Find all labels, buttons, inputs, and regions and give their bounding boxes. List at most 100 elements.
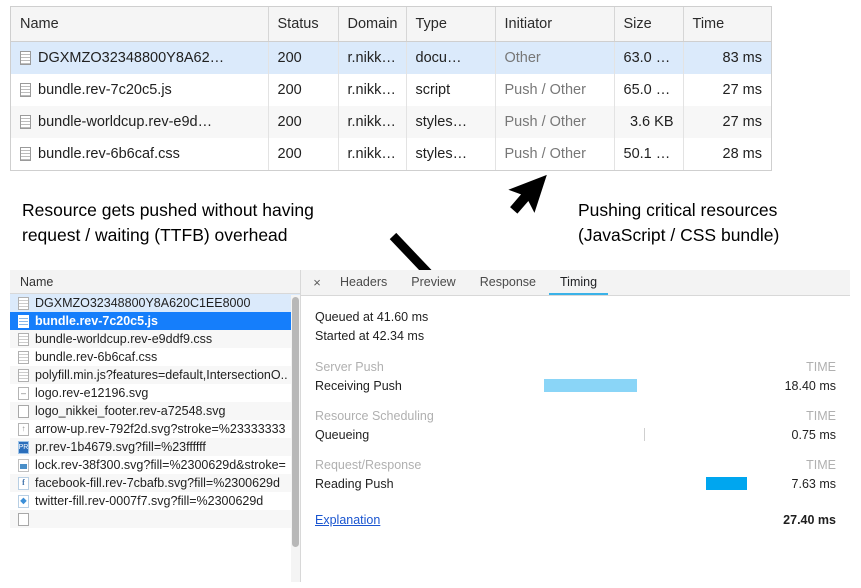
column-header-size[interactable]: Size (614, 7, 683, 42)
document-icon (18, 369, 29, 382)
total-time-value: 27.40 ms (758, 513, 836, 527)
annotation-right-text: Pushing critical resources (JavaScript /… (578, 198, 779, 249)
tab-response[interactable]: Response (469, 270, 547, 295)
section-title: Server Push (315, 359, 384, 376)
timing-row-queueing: Queueing 0.75 ms (315, 425, 836, 444)
cell-time: 83 ms (683, 42, 771, 75)
document-icon (18, 315, 29, 328)
cell-type: docu… (406, 42, 495, 75)
badge-icon: PR (18, 441, 29, 454)
cell-domain: r.nikk… (338, 138, 406, 170)
timing-row-receiving-push: Receiving Push 18.40 ms (315, 376, 836, 395)
section-server-push: Server Push TIME (315, 359, 836, 376)
file-list-scrollbar-thumb[interactable] (292, 297, 299, 547)
queued-at-label: Queued at 41.60 ms (315, 308, 836, 327)
request-detail-panel: × Headers Preview Response Timing Queued… (301, 270, 850, 582)
cell-size: 65.0 KB (614, 74, 683, 106)
cell-domain: r.nikk… (338, 106, 406, 138)
timing-value: 0.75 ms (758, 428, 836, 442)
timing-value: 18.40 ms (758, 379, 836, 393)
document-icon (18, 333, 29, 346)
cell-type: styles… (406, 106, 495, 138)
tab-timing[interactable]: Timing (549, 270, 608, 295)
cell-type: script (406, 74, 495, 106)
timing-label: Queueing (315, 428, 483, 442)
blank-image-icon (18, 405, 29, 418)
timing-row-reading-push: Reading Push 7.63 ms (315, 474, 836, 493)
list-item[interactable]: ◆ twitter-fill.rev-0007f7.svg?fill=%2300… (10, 492, 300, 510)
document-icon (18, 351, 29, 364)
file-list-header: Name (10, 270, 300, 294)
table-row[interactable]: bundle.rev-7c20c5.js 200 r.nikk… script … (11, 74, 771, 106)
mouse-cursor-icon (500, 168, 556, 230)
column-header-initiator[interactable]: Initiator (495, 7, 614, 42)
cell-domain: r.nikk… (338, 42, 406, 75)
cell-initiator: Push / Other (495, 138, 614, 170)
timing-breakdown: Queued at 41.60 ms Started at 42.34 ms S… (301, 296, 850, 527)
table-row[interactable]: DGXMZO32348800Y8A62… 200 r.nikk… docu… O… (11, 42, 771, 75)
tab-headers[interactable]: Headers (329, 270, 398, 295)
cell-size: 3.6 KB (614, 106, 683, 138)
document-icon (20, 51, 31, 65)
column-header-time[interactable]: Time (683, 7, 771, 42)
column-header-domain[interactable]: Domain (338, 7, 406, 42)
section-title: Resource Scheduling (315, 408, 434, 425)
arrow-up-icon: ↑ (18, 423, 29, 436)
list-item[interactable]: bundle-worldcup.rev-e9ddf9.css (10, 330, 300, 348)
list-item[interactable]: lock.rev-38f300.svg?fill=%2300629d&strok… (10, 456, 300, 474)
document-icon (20, 147, 31, 161)
column-header-name[interactable]: Name (11, 7, 268, 42)
cell-initiator: Push / Other (495, 106, 614, 138)
section-title: Request/Response (315, 457, 421, 474)
cell-domain: r.nikk… (338, 74, 406, 106)
cell-time: 27 ms (683, 106, 771, 138)
cell-size: 50.1 KB (614, 138, 683, 170)
explanation-link[interactable]: Explanation (315, 513, 483, 527)
lock-icon (18, 459, 29, 472)
close-icon[interactable]: × (307, 270, 327, 296)
timing-value: 7.63 ms (758, 477, 836, 491)
cell-name: bundle.rev-6b6caf.css (11, 138, 268, 170)
section-time-header: TIME (806, 408, 836, 425)
tab-preview[interactable]: Preview (400, 270, 466, 295)
list-item[interactable]: polyfill.min.js?features=default,Interse… (10, 366, 300, 384)
dash-icon: – (18, 387, 29, 400)
cell-time: 28 ms (683, 138, 771, 170)
section-time-header: TIME (806, 359, 836, 376)
list-item[interactable]: bundle.rev-7c20c5.js (10, 312, 300, 330)
table-header-row: Name Status Domain Type Initiator Size T… (11, 7, 771, 42)
section-request-response: Request/Response TIME (315, 457, 836, 474)
cell-status: 200 (268, 42, 338, 75)
receiving-push-bar (544, 379, 638, 392)
network-file-list-panel: Name DGXMZO32348800Y8A620C1EE8000 bundle… (10, 270, 301, 582)
blank-image-icon (18, 513, 29, 526)
twitter-icon: ◆ (18, 495, 29, 508)
table-row[interactable]: bundle-worldcup.rev-e9d… 200 r.nikk… sty… (11, 106, 771, 138)
column-header-status[interactable]: Status (268, 7, 338, 42)
timing-bar-track (483, 477, 758, 490)
list-item[interactable]: f facebook-fill.rev-7cbafb.svg?fill=%230… (10, 474, 300, 492)
list-item-partial[interactable] (10, 510, 300, 528)
annotation-left-text: Resource gets pushed without having requ… (22, 198, 314, 249)
list-item[interactable]: logo_nikkei_footer.rev-a72548.svg (10, 402, 300, 420)
cell-status: 200 (268, 74, 338, 106)
list-item[interactable]: DGXMZO32348800Y8A620C1EE8000 (10, 294, 300, 312)
started-at-label: Started at 42.34 ms (315, 327, 836, 346)
table-row[interactable]: bundle.rev-6b6caf.css 200 r.nikk… styles… (11, 138, 771, 170)
timing-bar-track (483, 428, 758, 441)
cell-status: 200 (268, 106, 338, 138)
reading-push-bar (706, 477, 747, 490)
detail-tab-bar: × Headers Preview Response Timing (301, 270, 850, 296)
section-resource-scheduling: Resource Scheduling TIME (315, 408, 836, 425)
document-icon (20, 115, 31, 129)
cell-time: 27 ms (683, 74, 771, 106)
list-item[interactable]: – logo.rev-e12196.svg (10, 384, 300, 402)
network-table: Name Status Domain Type Initiator Size T… (11, 7, 771, 170)
column-header-type[interactable]: Type (406, 7, 495, 42)
list-item[interactable]: ↑ arrow-up.rev-792f2d.svg?stroke=%233333… (10, 420, 300, 438)
queueing-bar (644, 428, 645, 441)
cell-status: 200 (268, 138, 338, 170)
list-item[interactable]: PR pr.rev-1b4679.svg?fill=%23ffffff (10, 438, 300, 456)
cell-name: bundle.rev-7c20c5.js (11, 74, 268, 106)
list-item[interactable]: bundle.rev-6b6caf.css (10, 348, 300, 366)
